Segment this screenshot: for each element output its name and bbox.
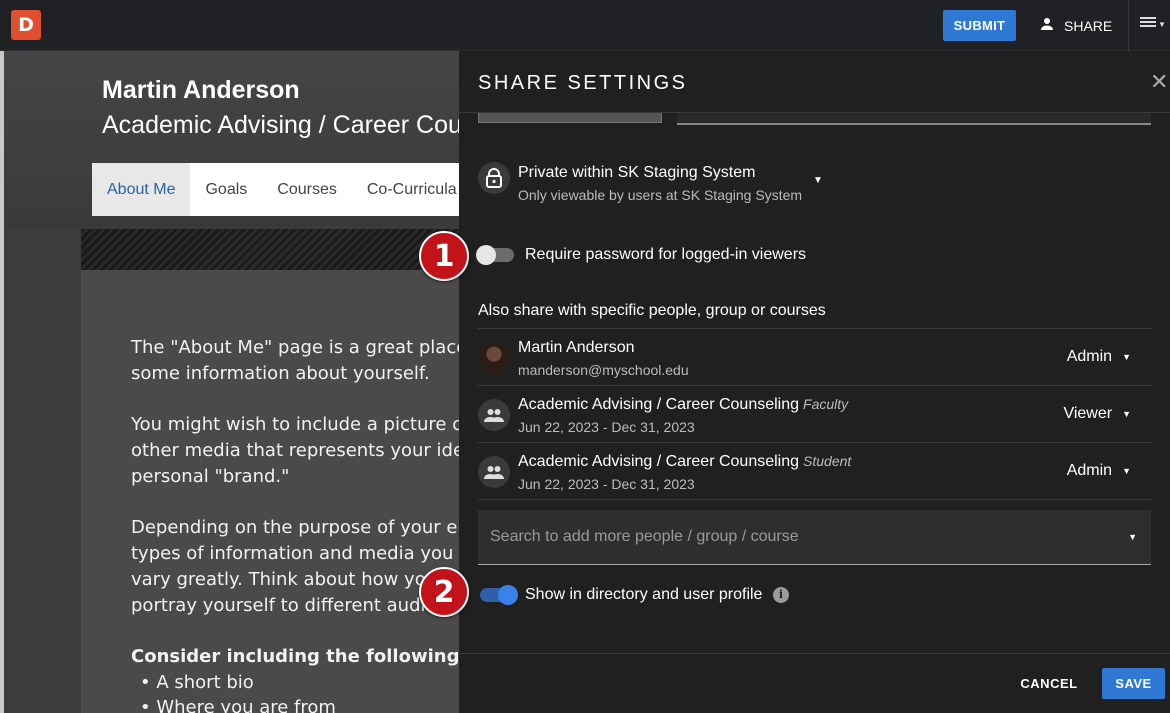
privacy-description: Only viewable by users at SK Staging Sys…	[518, 187, 803, 203]
require-password-toggle[interactable]	[476, 245, 514, 265]
chevron-down-icon: ▼	[1122, 352, 1131, 362]
share-row-dates: Jun 22, 2023 - Dec 31, 2023	[518, 476, 695, 492]
role-label: Admin	[1066, 462, 1113, 479]
hamburger-menu-icon	[1140, 15, 1156, 34]
share-row-martin-anderson: Martin Anderson manderson@myschool.edu A…	[478, 329, 1151, 386]
tab-goals[interactable]: Goals	[190, 163, 262, 216]
group-icon	[478, 456, 510, 488]
portfolio-subtitle: Academic Advising / Career Cou	[102, 111, 462, 139]
lock-icon	[478, 162, 510, 194]
chevron-down-icon: ▼	[1122, 409, 1131, 419]
main-menu-button[interactable]: ▼	[1140, 15, 1166, 34]
paragraph-line: other media that represents your ident	[131, 440, 483, 461]
share-row-name: Academic Advising / Career Counseling Stu…	[518, 453, 852, 470]
share-row-name: Academic Advising / Career Counseling Fac…	[518, 396, 849, 413]
chevron-down-icon: ▼	[1122, 466, 1131, 476]
share-row-email: manderson@myschool.edu	[518, 362, 689, 378]
paragraph-line: vary greatly. Think about how you w	[131, 569, 458, 590]
info-icon[interactable]: i	[773, 587, 789, 603]
paragraph-line: The "About Me" page is a great place to	[131, 337, 492, 358]
paragraph-line: You might wish to include a picture of y	[131, 414, 486, 435]
paragraph-line: some information about yourself.	[131, 363, 430, 384]
share-row-tag: Faculty	[803, 396, 849, 412]
role-select[interactable]: Viewer ▼	[1063, 405, 1131, 423]
portfolio-tabs: About Me Goals Courses Co-Curricula	[92, 163, 460, 216]
submit-button[interactable]: SUBMIT	[943, 10, 1016, 41]
share-button[interactable]: SHARE	[1030, 10, 1120, 41]
share-row-faculty-group: Academic Advising / Career Counseling Fac…	[478, 386, 1151, 443]
panel-footer-divider	[459, 653, 1170, 654]
tab-co-curricular[interactable]: Co-Curricula	[352, 163, 472, 216]
cancel-button[interactable]: CANCEL	[1012, 669, 1086, 699]
role-label: Viewer	[1063, 405, 1113, 422]
list-item: • Where you are from	[140, 697, 336, 713]
consider-heading: Consider including the following:	[131, 646, 467, 667]
share-row-student-group: Academic Advising / Career Counseling Stu…	[478, 443, 1151, 500]
person-icon	[1038, 15, 1056, 36]
role-label: Admin	[1066, 348, 1113, 365]
app-logo[interactable]: D	[11, 10, 41, 40]
share-row-name: Martin Anderson	[518, 339, 635, 356]
role-select[interactable]: Admin ▼	[1067, 348, 1131, 366]
panel-title: SHARE SETTINGS	[478, 72, 688, 94]
avatar	[478, 342, 510, 374]
share-url-field[interactable]	[677, 113, 1151, 125]
role-select[interactable]: Admin ▼	[1067, 462, 1131, 480]
save-button[interactable]: SAVE	[1102, 668, 1165, 699]
group-icon	[478, 399, 510, 431]
topbar-divider	[1128, 0, 1129, 51]
portfolio-owner-name: Martin Anderson	[102, 76, 300, 104]
toggle-knob	[476, 245, 496, 265]
require-password-label: Require password for logged-in viewers	[525, 246, 807, 263]
paragraph-line: portray yourself to different audien	[131, 595, 448, 616]
paragraph-line: personal "brand."	[131, 466, 290, 487]
top-bar: D SUBMIT SHARE ▼	[0, 0, 1170, 51]
annotation-marker-2: 2	[419, 567, 469, 617]
toggle-knob	[498, 585, 518, 605]
share-row-tag: Student	[803, 453, 852, 469]
paragraph-line: Depending on the purpose of your ePo	[131, 517, 479, 538]
list-item: • A short bio	[140, 672, 254, 693]
show-in-directory-label: Show in directory and user profile	[525, 586, 763, 603]
close-icon[interactable]: ✕	[1150, 71, 1168, 93]
also-share-label: Also share with specific people, group o…	[478, 302, 826, 319]
add-people-search-input[interactable]	[478, 510, 1118, 564]
chevron-down-icon: ▼	[813, 175, 823, 186]
add-people-search: ▼	[478, 510, 1151, 565]
privacy-label: Private within SK Staging System	[518, 164, 756, 181]
tab-about-me[interactable]: About Me	[92, 163, 191, 216]
show-in-directory-toggle[interactable]	[480, 585, 518, 605]
chevron-down-icon: ▼	[1158, 20, 1166, 29]
share-row-dates: Jun 22, 2023 - Dec 31, 2023	[518, 419, 695, 435]
decorative-banner	[81, 229, 460, 270]
chevron-down-icon[interactable]: ▼	[1128, 532, 1137, 542]
annotation-marker-1: 1	[419, 231, 469, 281]
share-button-label: SHARE	[1064, 17, 1113, 34]
privacy-select[interactable]: Private within SK Staging System Only vi…	[478, 162, 823, 203]
paragraph-line: types of information and media you pro	[131, 543, 489, 564]
tab-courses[interactable]: Courses	[262, 163, 352, 216]
portfolio-thumbnail	[478, 113, 662, 123]
